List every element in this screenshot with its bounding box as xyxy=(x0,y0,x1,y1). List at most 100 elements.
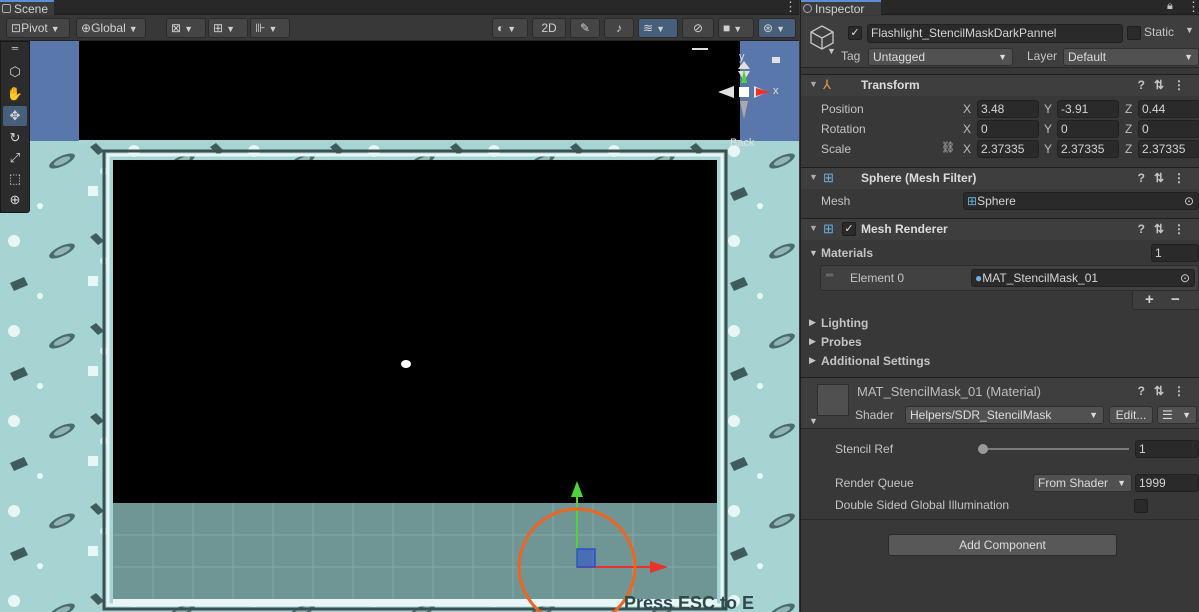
materials-count-field[interactable]: 1 xyxy=(1151,244,1199,262)
layer-dropdown[interactable]: Default ▼ xyxy=(1063,48,1199,66)
rotation-z-field[interactable]: 0 xyxy=(1138,120,1199,138)
materials-list: ═ Element 0 ●MAT_StencilMask_01 ⊙ xyxy=(820,265,1199,291)
tag-dropdown[interactable]: Untagged ▼ xyxy=(868,48,1013,66)
mesh-renderer-header[interactable]: ▼ ⊞ ✓ Mesh Renderer ?⇅⋮ xyxy=(801,218,1199,240)
stencil-ref-slider-track[interactable] xyxy=(983,448,1129,450)
static-label: Static xyxy=(1144,25,1175,39)
tool-palette: ═ ⬡ ✋ ✥ ↻ ⤢ ⬚ ⊕ xyxy=(0,41,30,213)
scene-viewport[interactable]: y x Back Press ESC to E xyxy=(0,41,799,612)
rotation-row: Rotation X 0 Y 0 Z 0 xyxy=(801,119,1199,139)
component-header-icons[interactable]: ?⇅⋮ xyxy=(1138,384,1194,398)
position-x-field[interactable]: 3.48 xyxy=(977,100,1039,118)
add-component-button[interactable]: Add Component xyxy=(888,534,1117,556)
scale-x-field[interactable]: 2.37335 xyxy=(977,140,1039,158)
gizmos-dropdown[interactable]: ⊛ ▼ xyxy=(758,18,796,38)
static-checkbox[interactable] xyxy=(1127,26,1141,40)
render-queue-dropdown[interactable]: From Shader ▼ xyxy=(1033,474,1132,492)
effects-dropdown[interactable]: ≋ ▼ xyxy=(638,18,678,38)
rotation-y-field[interactable]: 0 xyxy=(1057,120,1119,138)
audio-toggle[interactable]: ♪ xyxy=(604,18,634,38)
eye-slash-icon: ⊘ xyxy=(692,21,704,35)
press-esc-overlay: Press ESC to E xyxy=(624,593,755,612)
hidden-objects-toggle[interactable]: ⊘ xyxy=(682,18,714,38)
grid-snap-icon: ⊠ xyxy=(171,21,182,35)
object-picker-icon[interactable]: ⊙ xyxy=(1184,193,1194,209)
fold-arrow-icon: ▼ xyxy=(809,79,818,89)
rotation-x-field[interactable]: 0 xyxy=(977,120,1039,138)
gizmo-back-label[interactable]: Back xyxy=(730,137,754,149)
tab-scene[interactable]: Scene xyxy=(0,0,54,16)
material-header[interactable]: ▼ MAT_StencilMask_01 (Material) ?⇅⋮ Shad… xyxy=(801,377,1199,429)
toggle-2d-button[interactable]: 2D xyxy=(532,18,566,38)
component-header-icons[interactable]: ?⇅⋮ xyxy=(1138,222,1194,236)
stencil-ref-field[interactable]: 1 xyxy=(1135,440,1199,458)
lighting-toggle[interactable]: ✎ xyxy=(570,18,600,38)
gizmos-icon: ⊛ xyxy=(763,21,774,35)
overlay-menu-icon[interactable] xyxy=(692,48,708,50)
camera-dropdown[interactable]: ■ ▼ xyxy=(718,18,754,38)
dsgi-checkbox[interactable] xyxy=(1134,499,1148,513)
hand-tool-button[interactable]: ✋ xyxy=(3,84,27,104)
mesh-filter-header[interactable]: ▼ ⊞ Sphere (Mesh Filter) ?⇅⋮ xyxy=(801,167,1199,189)
grid-visibility-dropdown[interactable]: ⊞ ▼ xyxy=(208,18,248,38)
additional-settings-foldout[interactable]: ▶ Additional Settings xyxy=(801,351,1199,371)
palette-handle-icon[interactable]: ═ xyxy=(3,44,27,53)
grid-icon: ⊞ xyxy=(213,21,224,35)
rotate-tool-button[interactable]: ↻ xyxy=(3,128,27,148)
static-dropdown-chevron-icon[interactable]: ▼ xyxy=(1185,25,1194,35)
edit-shader-button[interactable]: Edit... xyxy=(1109,406,1153,424)
grid-snap-dropdown[interactable]: ⊠ ▼ xyxy=(166,18,206,38)
remove-element-button[interactable]: − xyxy=(1171,291,1180,308)
view-tool-button[interactable]: ⬡ xyxy=(3,62,27,82)
scene-menu-dots-icon[interactable]: ⋮ xyxy=(784,0,797,15)
orientation-gizmo[interactable] xyxy=(716,61,776,121)
scene-tab-icon xyxy=(2,4,11,13)
object-picker-icon[interactable]: ⊙ xyxy=(1180,270,1190,286)
shader-options-dropdown[interactable]: ☰ ▼ xyxy=(1157,406,1197,424)
increment-snap-dropdown[interactable]: ⊪ ▼ xyxy=(250,18,290,38)
scale-z-field[interactable]: 2.37335 xyxy=(1138,140,1199,158)
stencil-ref-row: Stencil Ref 1 xyxy=(801,439,1199,459)
shading-mode-dropdown[interactable]: ◐ ▼ xyxy=(492,18,528,38)
chevron-down-icon: ▼ xyxy=(226,24,235,34)
probes-foldout[interactable]: ▶ Probes xyxy=(801,332,1199,352)
render-queue-field[interactable]: 1999 xyxy=(1135,474,1199,492)
tab-inspector[interactable]: Inspector xyxy=(801,0,881,16)
scale-tool-button[interactable]: ⤢ xyxy=(3,148,27,168)
inspector-menu-dots-icon[interactable]: ⋮ xyxy=(1187,0,1199,15)
materials-row[interactable]: ▼ Materials 1 xyxy=(801,243,1199,263)
pivot-dropdown[interactable]: ⊡Pivot ▼ xyxy=(6,18,70,38)
icon-dropdown-chevron-icon[interactable]: ▼ xyxy=(827,46,836,56)
transform-header[interactable]: ▼ ⅄ Transform ?⇅⋮ xyxy=(801,74,1199,96)
component-header-icons[interactable]: ?⇅⋮ xyxy=(1138,171,1194,185)
dsgi-row: Double Sided Global Illumination xyxy=(801,495,1199,515)
position-row: Position X 3.48 Y -3.91 Z 0.44 xyxy=(801,99,1199,119)
object-name-field[interactable]: Flashlight_StencilMaskDarkPannel xyxy=(867,24,1123,43)
mesh-field[interactable]: ⊞Sphere ⊙ xyxy=(963,192,1199,210)
stencil-ref-slider-thumb[interactable] xyxy=(978,444,988,454)
element0-material-field[interactable]: ●MAT_StencilMask_01 ⊙ xyxy=(971,269,1195,287)
mesh-icon: ⊞ xyxy=(967,194,978,208)
link-icon[interactable]: ⛓ xyxy=(941,141,955,154)
global-dropdown[interactable]: ⊕Global ▼ xyxy=(76,18,146,38)
mesh-renderer-enabled-checkbox[interactable]: ✓ xyxy=(842,222,856,236)
chevron-down-icon: ▼ xyxy=(656,24,665,34)
globe-icon: ⊕ xyxy=(81,21,92,35)
rect-icon: ⬚ xyxy=(8,171,22,186)
position-y-field[interactable]: -3.91 xyxy=(1057,100,1119,118)
render-queue-row: Render Queue From Shader ▼ 1999 xyxy=(801,473,1199,493)
component-header-icons[interactable]: ?⇅⋮ xyxy=(1138,78,1194,92)
transform-tool-button[interactable]: ⊕ xyxy=(3,190,27,210)
scale-y-field[interactable]: 2.37335 xyxy=(1057,140,1119,158)
scene-view: Scene ⋮ ⊡Pivot ▼ ⊕Global ▼ ⊠ ▼ ⊞ ▼ ⊪ ▼ ◐ ▼ 2D … xyxy=(0,0,799,612)
move-tool-button[interactable]: ✥ xyxy=(3,106,27,126)
add-element-button[interactable]: + xyxy=(1145,291,1154,308)
lock-icon[interactable]: 🔒︎ xyxy=(1167,0,1173,13)
shader-dropdown[interactable]: Helpers/SDR_StencilMask ▼ xyxy=(905,406,1104,424)
active-checkbox[interactable]: ✓ xyxy=(848,26,862,40)
lighting-foldout[interactable]: ▶ Lighting xyxy=(801,313,1199,333)
effects-icon: ≋ xyxy=(643,21,654,35)
rect-tool-button[interactable]: ⬚ xyxy=(3,169,27,189)
drag-handle-icon[interactable]: ═ xyxy=(826,270,833,281)
position-z-field[interactable]: 0.44 xyxy=(1138,100,1199,118)
